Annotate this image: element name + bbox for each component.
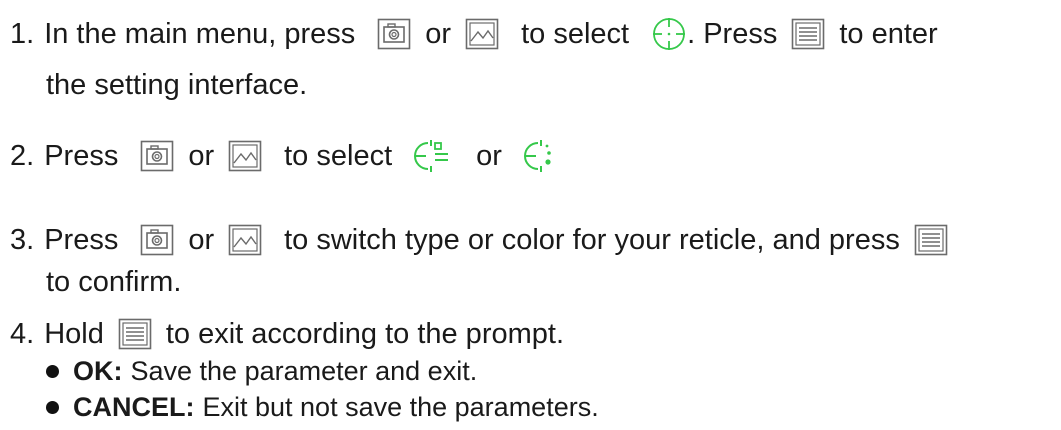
bullet-dot bbox=[46, 364, 59, 378]
or-text: or bbox=[425, 18, 452, 50]
bullet-text: Save the parameter and exit. bbox=[130, 356, 478, 386]
step-2-line: 2. Press or to select or bbox=[10, 137, 558, 175]
step-number: 4. bbox=[10, 318, 35, 350]
camera-icon bbox=[140, 224, 174, 256]
or-text: or bbox=[188, 224, 215, 256]
menu-icon bbox=[791, 18, 825, 50]
bullet-ok: OK: Save the parameter and exit. bbox=[46, 355, 477, 387]
step-text: Hold bbox=[44, 318, 104, 350]
step-3-line-2: to confirm. bbox=[46, 265, 181, 299]
step-text: Press bbox=[44, 224, 119, 256]
or-text: or bbox=[476, 140, 502, 172]
camera-icon bbox=[377, 18, 411, 50]
step-text: to select bbox=[521, 18, 630, 50]
instruction-page: 1. In the main menu, press or to select bbox=[0, 0, 1061, 430]
step-number: 2. bbox=[10, 140, 35, 172]
menu-icon bbox=[118, 318, 152, 350]
step-text: the setting interface. bbox=[46, 69, 308, 101]
step-1-line-1: 1. In the main menu, press or to select bbox=[10, 16, 938, 52]
bullet-term: CANCEL: bbox=[73, 392, 195, 422]
step-text: . Press bbox=[687, 18, 778, 50]
bullet-text: Exit but not save the parameters. bbox=[202, 392, 599, 422]
reticle-color-icon bbox=[523, 137, 558, 175]
step-text: In the main menu, press bbox=[44, 18, 356, 50]
bullet-dot bbox=[46, 400, 59, 414]
step-text: to confirm. bbox=[46, 266, 182, 298]
step-number: 3. bbox=[10, 224, 35, 256]
reticle-icon bbox=[651, 16, 687, 52]
step-3-line-1: 3. Press or to switch type or color for … bbox=[10, 223, 948, 257]
step-text: Press bbox=[44, 140, 119, 172]
step-text: to select bbox=[284, 140, 393, 172]
bullet-term: OK: bbox=[73, 356, 123, 386]
gallery-icon bbox=[465, 18, 499, 50]
menu-icon bbox=[914, 224, 948, 256]
or-text: or bbox=[188, 140, 215, 172]
bullet-cancel: CANCEL: Exit but not save the parameters… bbox=[46, 391, 599, 423]
gallery-icon bbox=[228, 224, 262, 256]
step-number: 1. bbox=[10, 18, 35, 50]
step-4-line: 4. Hold to exit according to the prompt. bbox=[10, 317, 564, 351]
step-text: to switch type or color for your reticle… bbox=[284, 224, 900, 256]
camera-icon bbox=[140, 140, 174, 172]
reticle-type-icon bbox=[414, 137, 454, 175]
gallery-icon bbox=[228, 140, 262, 172]
step-text: to enter bbox=[839, 18, 938, 50]
step-1-line-2: the setting interface. bbox=[46, 68, 307, 102]
step-text: to exit according to the prompt. bbox=[165, 318, 564, 350]
